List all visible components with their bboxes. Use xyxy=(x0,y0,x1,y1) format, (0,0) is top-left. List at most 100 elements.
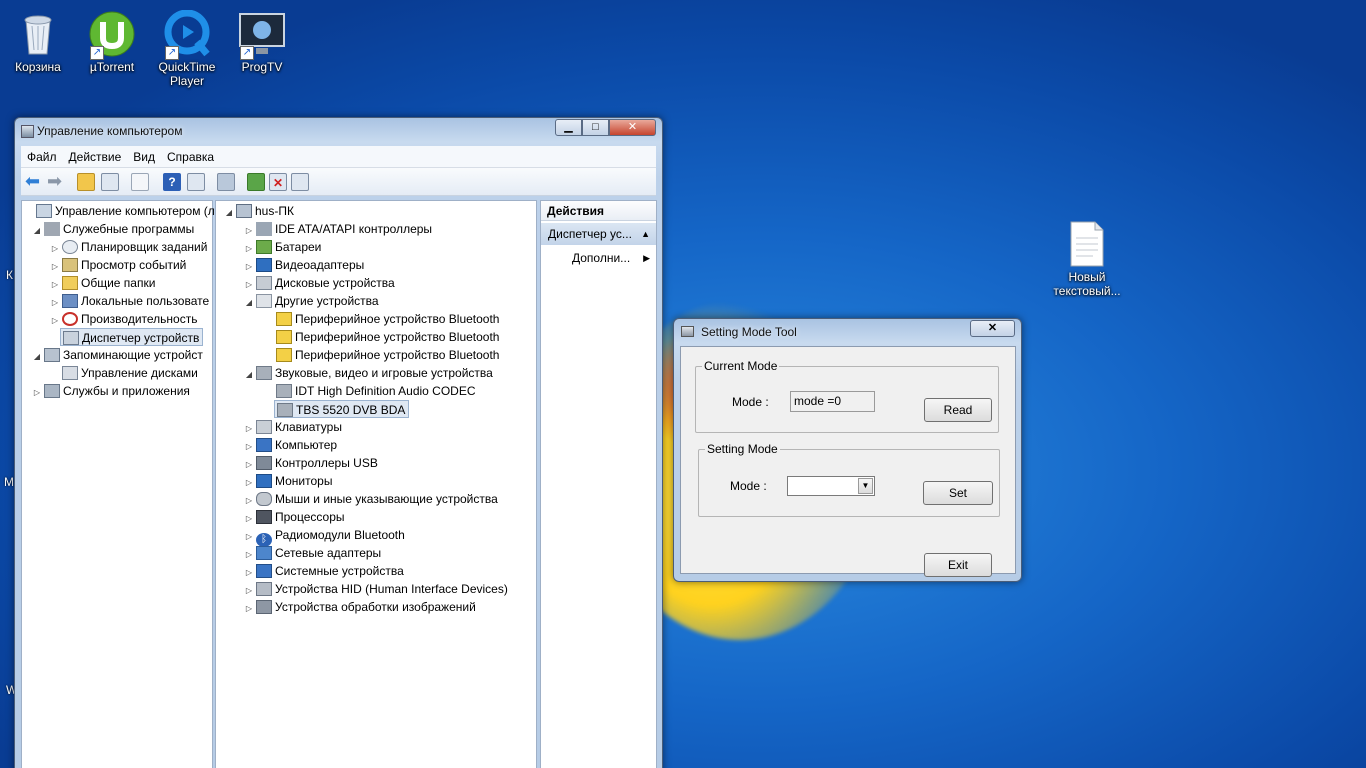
update-driver-icon[interactable] xyxy=(247,173,265,191)
dropdown-arrow-icon[interactable]: ▼ xyxy=(858,478,873,494)
device-category[interactable]: ▷ Устройства обработки изображений xyxy=(244,598,476,616)
device-category[interactable]: ▷ IDE ATA/ATAPI контроллеры xyxy=(244,220,432,238)
computer-icon xyxy=(256,438,272,452)
computer-management-window: Управление компьютером ▁ □ ✕ Файл Действи… xyxy=(14,117,663,768)
expanded-arrow-icon[interactable]: ◢ xyxy=(224,204,234,222)
device-category[interactable]: ▷ ᛒ Радиомодули Bluetooth xyxy=(244,526,405,547)
menu-help[interactable]: Справка xyxy=(161,146,220,168)
device-category[interactable]: ▷ Клавиатуры xyxy=(244,418,342,436)
actions-more[interactable]: Дополни... ▶ xyxy=(572,249,656,267)
desktop-icon-label: ProgTV xyxy=(241,60,283,74)
current-mode-field: mode =0 xyxy=(790,391,875,412)
tree-item[interactable]: Управление дисками xyxy=(60,364,198,382)
dialog-close-button[interactable]: ✕ xyxy=(970,320,1015,337)
disk-drive-icon xyxy=(256,276,272,290)
device-category[interactable]: ▷ Мыши и иные указывающие устройства xyxy=(244,490,498,508)
menu-bar: Файл Действие Вид Справка xyxy=(21,146,656,168)
action-pane-icon[interactable] xyxy=(187,173,205,191)
collapsed-arrow-icon[interactable]: ▷ xyxy=(50,312,60,330)
edge-letter: М xyxy=(4,475,14,489)
expanded-arrow-icon[interactable]: ◢ xyxy=(32,348,42,366)
expanded-arrow-icon[interactable]: ◢ xyxy=(32,222,42,240)
menu-file[interactable]: Файл xyxy=(21,146,63,168)
device-item[interactable]: Периферийное устройство Bluetooth xyxy=(274,310,499,328)
setting-mode-group: Setting Mode Mode : ▼ Set xyxy=(698,442,1000,517)
actions-section-device-manager[interactable]: Диспетчер ус... ▲ xyxy=(541,223,656,245)
forward-arrow-icon[interactable]: ➡ xyxy=(47,172,65,191)
help-icon[interactable]: ? xyxy=(163,173,181,191)
tree-item[interactable]: Управление компьютером (л xyxy=(24,202,215,220)
expanded-arrow-icon[interactable]: ◢ xyxy=(244,294,254,312)
device-category[interactable]: ▷ Дисковые устройства xyxy=(244,274,395,292)
submenu-arrow-icon: ▶ xyxy=(643,253,650,263)
app-icon xyxy=(681,326,694,337)
device-category[interactable]: ▷ Батареи xyxy=(244,238,321,256)
menu-action[interactable]: Действие xyxy=(63,146,128,168)
device-category[interactable]: ◢ Другие устройства xyxy=(244,292,379,310)
device-category[interactable]: ▷ Устройства HID (Human Interface Devices… xyxy=(244,580,508,598)
device-item[interactable]: IDT High Definition Audio CODEC xyxy=(274,382,476,400)
back-arrow-icon[interactable]: ⬅ xyxy=(25,172,43,191)
battery-icon xyxy=(256,240,272,254)
actions-header: Действия xyxy=(541,201,656,221)
system-devices-icon xyxy=(256,564,272,578)
mouse-icon xyxy=(256,492,272,506)
device-root[interactable]: ◢ hus-ПК xyxy=(224,202,294,220)
up-folder-icon[interactable] xyxy=(77,173,95,191)
utorrent-icon: ↗ xyxy=(88,10,136,60)
set-button[interactable]: Set xyxy=(923,481,993,505)
scan-hardware-icon[interactable] xyxy=(217,173,235,191)
local-users-icon xyxy=(62,294,78,308)
desktop-icon-progtv[interactable]: ↗ ProgTV xyxy=(224,6,300,74)
device-category[interactable]: ▷ Сетевые адаптеры xyxy=(244,544,381,562)
device-item[interactable]: Периферийное устройство Bluetooth xyxy=(274,328,499,346)
exit-button[interactable]: Exit xyxy=(924,553,992,577)
tree-item[interactable]: ◢ Служебные программы xyxy=(32,220,194,238)
tree-item[interactable]: ◢ Запоминающие устройст xyxy=(32,346,203,364)
device-category[interactable]: ▷ Видеоадаптеры xyxy=(244,256,364,274)
minimize-button[interactable]: ▁ xyxy=(555,119,582,136)
expanded-arrow-icon[interactable]: ◢ xyxy=(244,366,254,384)
menu-view[interactable]: Вид xyxy=(127,146,161,168)
tree-item[interactable]: ▷ Службы и приложения xyxy=(32,382,190,400)
other-devices-icon xyxy=(256,294,272,308)
desktop-icon-label: QuickTime Player xyxy=(158,60,216,88)
properties-icon[interactable] xyxy=(131,173,149,191)
device-category[interactable]: ▷ Процессоры xyxy=(244,508,345,526)
progtv-icon: ↗ xyxy=(238,10,286,60)
mode-select[interactable]: ▼ xyxy=(787,476,875,496)
read-button[interactable]: Read xyxy=(924,398,992,422)
device-item[interactable]: Периферийное устройство Bluetooth xyxy=(274,346,499,364)
device-category[interactable]: ▷ Системные устройства xyxy=(244,562,404,580)
collapsed-arrow-icon[interactable]: ▷ xyxy=(32,384,42,402)
hid-icon xyxy=(256,582,272,596)
device-category[interactable]: ▷ Контроллеры USB xyxy=(244,454,378,472)
tree-item[interactable]: ▷ Общие папки xyxy=(50,274,155,292)
collapse-up-icon[interactable]: ▲ xyxy=(641,223,650,245)
dialog-body: Current Mode Mode : mode =0 Read Setting… xyxy=(680,346,1016,577)
tree-item[interactable]: ▷ Планировщик заданий xyxy=(50,238,207,256)
show-hide-tree-icon[interactable] xyxy=(101,173,119,191)
collapsed-arrow-icon[interactable]: ▷ xyxy=(244,600,254,618)
window-title: Управление компьютером xyxy=(37,124,183,138)
tree-item[interactable]: ▷ Производительность xyxy=(50,310,197,328)
close-button[interactable]: ✕ xyxy=(609,119,656,136)
uninstall-device-icon[interactable]: ✕ xyxy=(269,173,287,191)
enable-device-icon[interactable] xyxy=(291,173,309,191)
tree-item[interactable]: ▷ Локальные пользовате xyxy=(50,292,209,310)
keyboard-icon xyxy=(256,420,272,434)
desktop-icon-quicktime[interactable]: ↗ QuickTime Player xyxy=(149,6,225,88)
desktop-icon-text-file[interactable]: Новый текстовый... xyxy=(1049,216,1125,298)
device-category[interactable]: ▷ Мониторы xyxy=(244,472,332,490)
device-item-selected[interactable]: TBS 5520 DVB BDA xyxy=(274,400,410,418)
maximize-button[interactable]: □ xyxy=(582,119,609,136)
device-category[interactable]: ▷ Компьютер xyxy=(244,436,337,454)
desktop-icon-label: Корзина xyxy=(15,60,61,74)
desktop-icon-utorrent[interactable]: ↗ µTorrent xyxy=(74,6,150,74)
device-category[interactable]: ◢ Звуковые, видео и игровые устройства xyxy=(244,364,493,382)
tree-item-selected[interactable]: Диспетчер устройств xyxy=(60,328,204,346)
tree-item[interactable]: ▷ Просмотр событий xyxy=(50,256,186,274)
dialog-title: Setting Mode Tool xyxy=(701,325,797,339)
desktop-icon-recycle-bin[interactable]: Корзина xyxy=(0,6,76,74)
current-mode-label: Current Mode xyxy=(702,359,780,373)
